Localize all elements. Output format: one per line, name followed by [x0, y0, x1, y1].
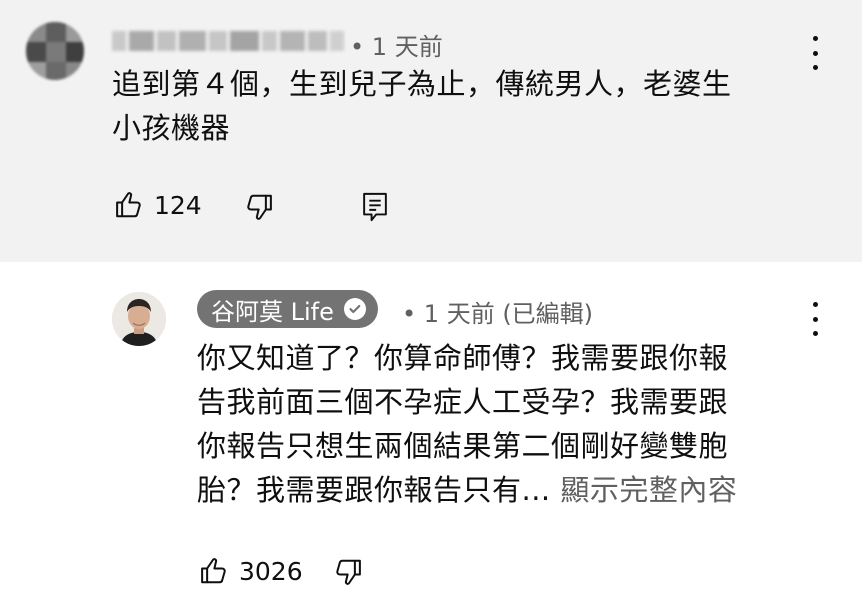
reply-text-line: 你又知道了？你算命師傅？我需要跟你報	[197, 341, 729, 375]
highlighted-comment: • 1 天前 追到第４個，生到兒子為止，傳統男人，老婆生 小孩機器 124	[0, 0, 862, 262]
thumbs-down-icon	[247, 194, 272, 220]
reply-button[interactable]	[361, 191, 389, 223]
separator-dot: •	[402, 300, 424, 328]
reply-icon	[363, 192, 387, 222]
like-button[interactable]: 3026	[199, 556, 303, 586]
separator-dot: •	[350, 33, 372, 61]
comment-time: 1 天前	[371, 33, 443, 61]
channel-name: 谷阿莫 Life	[211, 297, 334, 326]
reply-text-line: 告我前面三個不孕症人工受孕？我需要跟	[197, 385, 729, 419]
more-vert-icon[interactable]	[803, 302, 827, 336]
reply-time: 1 天前 (已編輯)	[423, 300, 594, 328]
show-more-link[interactable]: 顯示完整內容	[560, 473, 737, 507]
thumbs-up-icon	[116, 192, 141, 218]
dislike-button[interactable]	[244, 192, 274, 222]
commenter-avatar[interactable]	[26, 22, 84, 80]
reply-text-line: 你報告只想生兩個結果第二個剛好變雙胞	[197, 429, 729, 463]
like-count: 3026	[239, 556, 303, 586]
check-circle-icon	[343, 298, 366, 320]
comment-text: 追到第４個，生到兒子為止，傳統男人，老婆生 小孩機器	[112, 62, 832, 150]
avatar-image	[112, 292, 166, 346]
comment-text-line: 小孩機器	[112, 111, 231, 145]
reply-text-line: 胎？我需要跟你報告只有... 顯示完整內容	[197, 468, 837, 512]
channel-avatar[interactable]	[112, 292, 166, 346]
thumbs-up-icon	[201, 558, 226, 584]
like-button[interactable]: 124	[114, 190, 202, 220]
comment-text-line: 追到第４個，生到兒子為止，傳統男人，老婆生	[112, 67, 732, 101]
reply-text: 你又知道了？你算命師傅？我需要跟你報 告我前面三個不孕症人工受孕？我需要跟 你報…	[197, 336, 837, 512]
thumbs-down-icon	[336, 559, 361, 585]
dislike-button[interactable]	[333, 557, 363, 587]
comment-timestamp: • 1 天前	[350, 27, 443, 62]
commenter-name-redacted[interactable]	[112, 28, 344, 54]
channel-name-chip[interactable]: 谷阿莫 Life	[197, 290, 378, 328]
reply-timestamp: • 1 天前 (已編輯)	[402, 294, 593, 329]
reply-text-truncated: 胎？我需要跟你報告只有...	[197, 473, 551, 507]
like-count: 124	[154, 190, 202, 220]
